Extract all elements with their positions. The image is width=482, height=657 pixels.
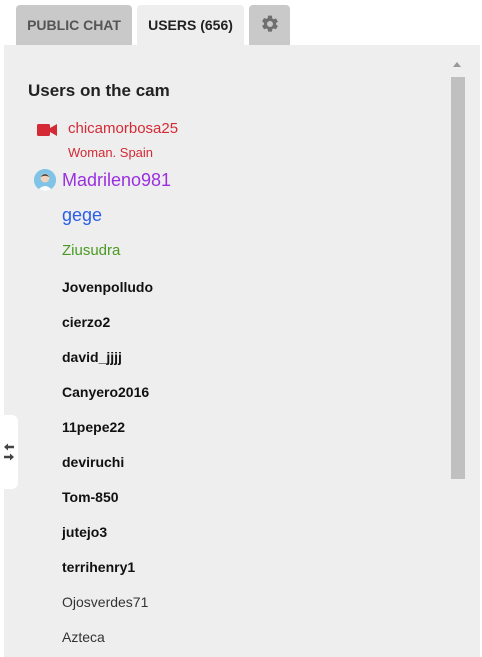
gear-icon <box>262 15 278 32</box>
user-item[interactable]: Jovenpolludo <box>62 279 153 295</box>
video-camera-icon <box>37 124 57 136</box>
user-item[interactable]: Azteca <box>62 629 105 645</box>
user-item[interactable]: deviruchi <box>62 454 124 470</box>
panel-title: Users on the cam <box>28 81 170 100</box>
user-item[interactable]: Ziusudra <box>62 242 120 259</box>
user-item[interactable]: david_jjjj <box>62 349 122 365</box>
tab-settings[interactable] <box>249 5 290 45</box>
users-panel: Users on the cam chicamorbosa25 Woman. S… <box>4 45 480 657</box>
user-item[interactable]: Tom-850 <box>62 489 119 505</box>
tab-public-chat[interactable]: PUBLIC CHAT <box>16 5 132 45</box>
user-item[interactable]: 11pepe22 <box>62 419 125 435</box>
scroll-up-arrow-icon[interactable] <box>453 62 461 67</box>
tab-users[interactable]: USERS (656) <box>137 5 244 45</box>
side-panel-toggle[interactable] <box>0 415 18 489</box>
avatar[interactable] <box>34 169 56 191</box>
cam-user-name[interactable]: chicamorbosa25 <box>68 120 178 137</box>
user-item[interactable]: Ojosverdes71 <box>62 594 148 610</box>
user-item[interactable]: gege <box>62 205 102 226</box>
scrollbar-thumb[interactable] <box>451 77 465 479</box>
user-item[interactable]: jutejo3 <box>62 524 107 540</box>
scrollbar[interactable] <box>449 60 467 657</box>
user-item[interactable]: terrihenry1 <box>62 559 135 575</box>
user-item[interactable]: Madrileno981 <box>62 170 171 191</box>
user-item[interactable]: cierzo2 <box>62 314 110 330</box>
user-item[interactable]: Canyero2016 <box>62 384 149 400</box>
cam-user-subtitle: Woman. Spain <box>68 145 154 160</box>
swap-arrows-icon <box>4 443 14 461</box>
